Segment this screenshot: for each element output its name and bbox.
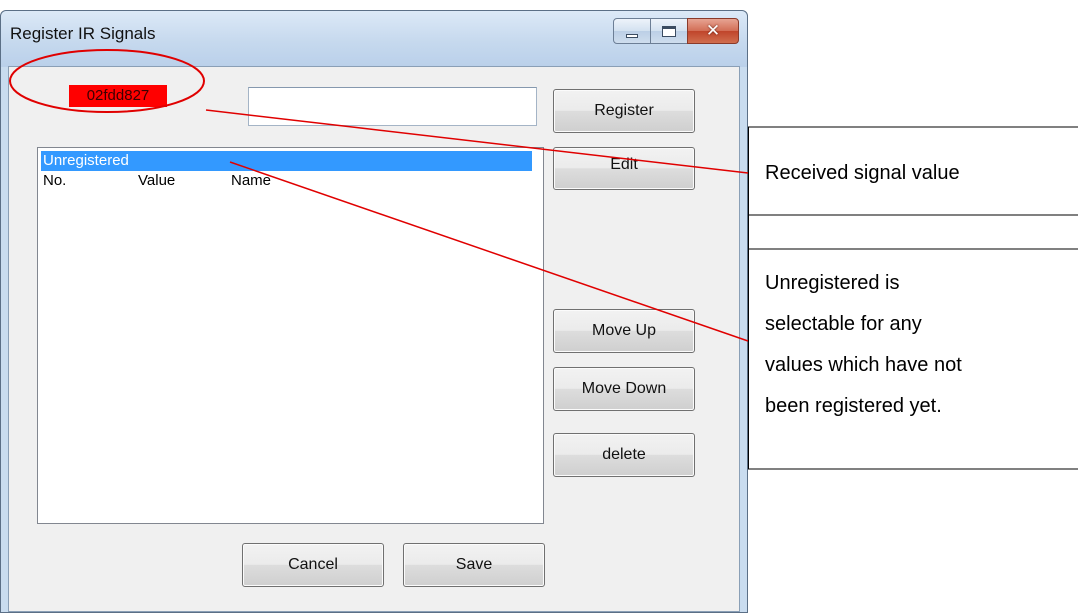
callout-line: values which have not xyxy=(765,354,962,376)
minimize-icon xyxy=(626,34,638,38)
dialog-client-area: 02fdd827 Register Edit Unregistered No. … xyxy=(8,66,740,612)
window-title: Register IR Signals xyxy=(10,24,156,43)
maximize-button[interactable] xyxy=(651,18,687,44)
title-bar[interactable]: Register IR Signals ✕ xyxy=(1,11,747,67)
callout-line: Unregistered is xyxy=(765,272,900,294)
callout-received-signal: Received signal value xyxy=(765,162,960,184)
close-button[interactable]: ✕ xyxy=(687,18,739,44)
cancel-button[interactable]: Cancel xyxy=(242,543,384,587)
callout-line: been registered yet. xyxy=(765,395,942,417)
move-up-button[interactable]: Move Up xyxy=(553,309,695,353)
signal-listbox[interactable]: Unregistered No. Value Name xyxy=(37,147,544,524)
column-header-name: Name xyxy=(231,172,272,189)
minimize-button[interactable] xyxy=(613,18,651,44)
column-header-no: No. xyxy=(43,172,67,189)
move-down-button[interactable]: Move Down xyxy=(553,367,695,411)
screenshot-stage: Register IR Signals ✕ 02fdd827 Register … xyxy=(0,0,1078,613)
callout-line: selectable for any xyxy=(765,313,922,335)
list-item-unregistered[interactable]: Unregistered xyxy=(41,151,532,171)
delete-button[interactable]: delete xyxy=(553,433,695,477)
callout-unregistered-note: Unregistered is selectable for any value… xyxy=(765,263,962,427)
edit-button[interactable]: Edit xyxy=(553,147,695,190)
close-icon: ✕ xyxy=(705,20,721,41)
column-header-value: Value xyxy=(138,172,176,189)
signal-name-input[interactable] xyxy=(248,87,537,126)
received-signal-value: 02fdd827 xyxy=(69,85,167,107)
save-button[interactable]: Save xyxy=(403,543,545,587)
list-column-headers: No. Value Name xyxy=(41,171,532,191)
caption-buttons: ✕ xyxy=(613,18,739,46)
register-button[interactable]: Register xyxy=(553,89,695,133)
register-ir-signals-dialog: Register IR Signals ✕ 02fdd827 Register … xyxy=(0,10,748,613)
maximize-icon xyxy=(662,25,676,37)
